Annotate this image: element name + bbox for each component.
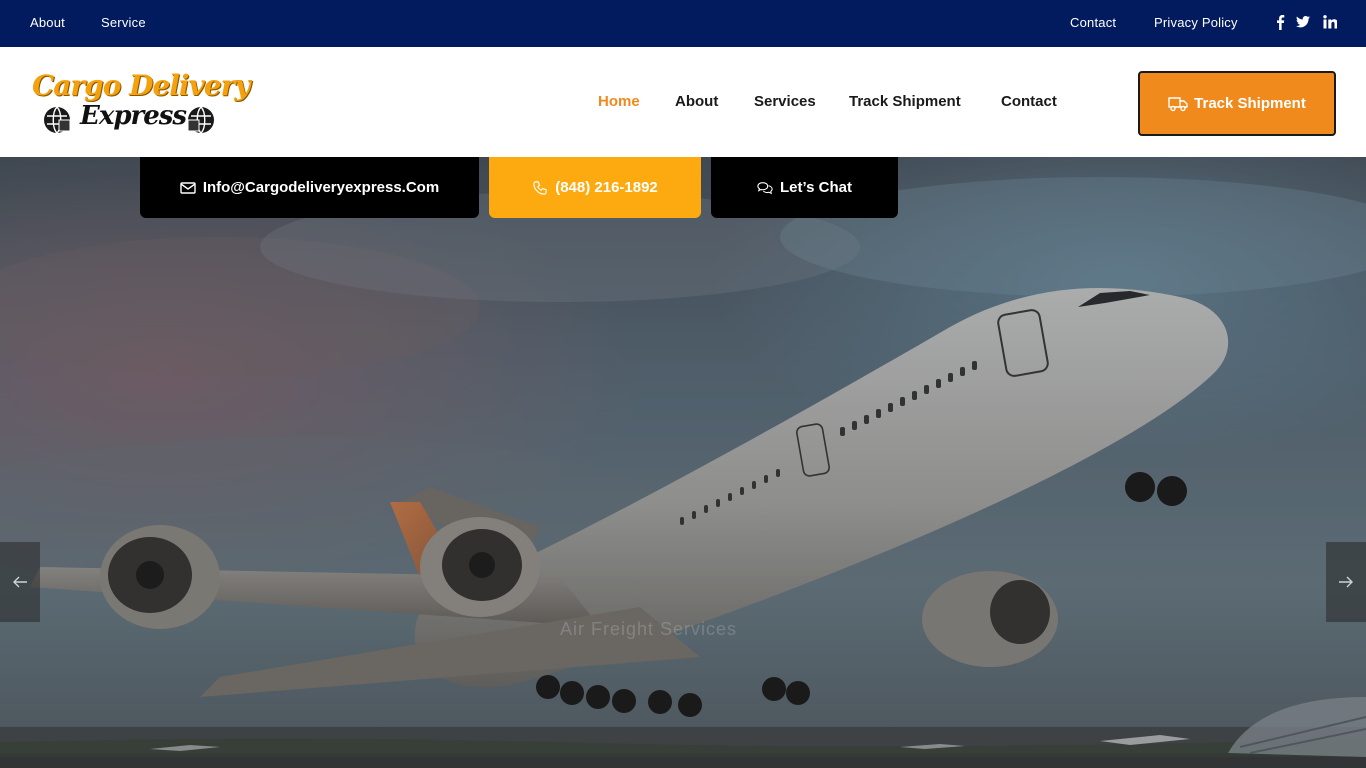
logo-line-1: Cargo Delivery xyxy=(32,69,251,102)
nav-item-contact[interactable]: Contact xyxy=(1001,93,1057,110)
hero-airplane-image xyxy=(0,157,1366,768)
nav-item-services[interactable]: Services xyxy=(754,93,816,110)
facebook-icon[interactable] xyxy=(1273,14,1287,30)
track-shipment-button[interactable]: Track Shipment xyxy=(1138,71,1336,136)
chat-button[interactable]: Let’s Chat xyxy=(711,157,898,218)
logo-line-2: Express xyxy=(80,101,187,131)
chat-button-label: Let’s Chat xyxy=(780,179,852,196)
email-contact-button[interactable]: Info@Cargodeliveryexpress.Com xyxy=(140,157,479,218)
truck-icon xyxy=(1168,96,1188,111)
phone-contact-label: (848) 216-1892 xyxy=(555,179,658,196)
slider-prev-button[interactable] xyxy=(0,542,40,622)
site-header: Cargo Delivery Express Home About Servic… xyxy=(0,47,1366,157)
top-bar: About Service Contact Privacy Policy xyxy=(0,0,1366,47)
nav-item-about[interactable]: About xyxy=(675,93,718,110)
arrow-right-icon xyxy=(1339,576,1353,588)
hero-caption: Air Freight Services xyxy=(560,619,738,639)
track-shipment-button-label: Track Shipment xyxy=(1194,95,1306,112)
nav-item-track-shipment[interactable]: Track Shipment xyxy=(849,93,961,110)
globe-box-icon xyxy=(44,106,71,134)
topbar-link-service[interactable]: Service xyxy=(101,15,146,30)
globe-box-icon xyxy=(187,106,214,134)
email-contact-label: Info@Cargodeliveryexpress.Com xyxy=(202,179,440,196)
twitter-icon[interactable] xyxy=(1296,14,1310,30)
nav-item-home[interactable]: Home xyxy=(598,93,640,110)
phone-icon xyxy=(533,180,547,195)
site-logo[interactable]: Cargo Delivery Express xyxy=(28,67,251,139)
arrow-left-icon xyxy=(13,576,27,588)
hero-slider: Air Freight Services xyxy=(0,157,1366,768)
linkedin-icon[interactable] xyxy=(1323,14,1337,30)
topbar-link-contact[interactable]: Contact xyxy=(1070,15,1116,30)
topbar-link-about[interactable]: About xyxy=(30,15,65,30)
phone-contact-button[interactable]: (848) 216-1892 xyxy=(489,157,701,218)
slider-next-button[interactable] xyxy=(1326,542,1366,622)
topbar-link-privacy-policy[interactable]: Privacy Policy xyxy=(1154,15,1238,30)
chat-bubbles-icon xyxy=(757,181,773,194)
envelope-icon xyxy=(180,181,196,194)
